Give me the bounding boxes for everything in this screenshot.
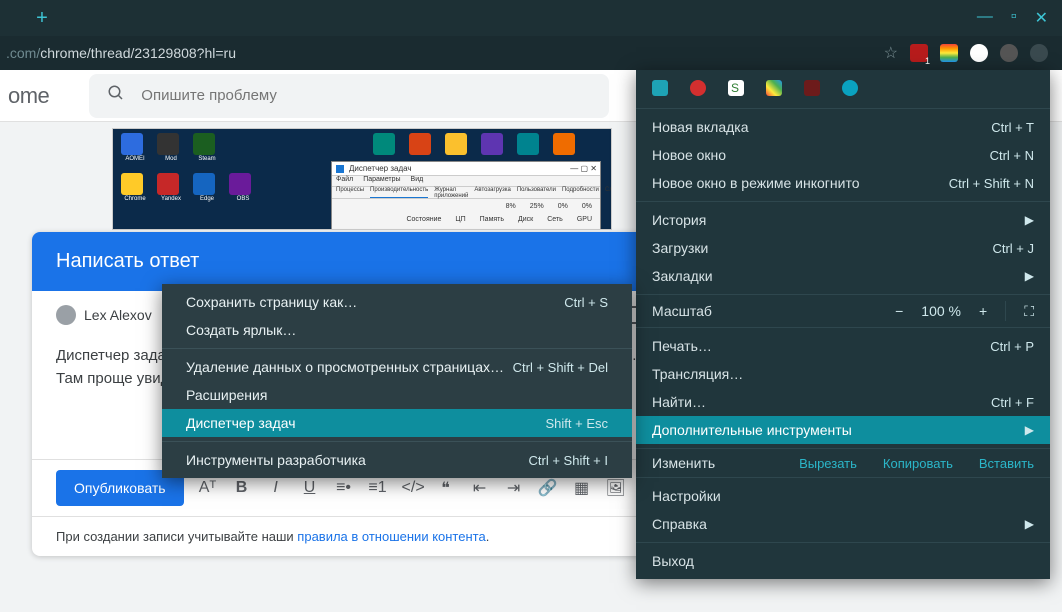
menu-devtools[interactable]: Инструменты разработчикаCtrl + Shift + I	[162, 446, 632, 474]
zoom-out-button[interactable]: −	[895, 303, 903, 319]
menu-print[interactable]: Печать…Ctrl + P	[636, 332, 1050, 360]
window-titlebar: + — ▫ ✕	[0, 0, 1062, 36]
menu-edit: Изменить Вырезать Копировать Вставить	[636, 449, 1050, 477]
menu-history[interactable]: История▶	[636, 206, 1050, 234]
menu-new-window[interactable]: Новое окноCtrl + N	[636, 141, 1050, 169]
menu-copy[interactable]: Копировать	[883, 456, 953, 471]
extension-icon[interactable]	[842, 80, 858, 96]
video-icon[interactable]: ▦	[572, 478, 592, 498]
window-minimize-icon[interactable]: —	[977, 8, 993, 28]
extension-icon[interactable]	[940, 44, 958, 62]
underline-icon[interactable]: U	[300, 479, 320, 497]
menu-exit[interactable]: Выход	[636, 547, 1050, 575]
extension-icon[interactable]	[690, 80, 706, 96]
menu-bookmarks[interactable]: Закладки▶	[636, 262, 1050, 290]
extension-icon[interactable]: S	[728, 80, 744, 96]
search-icon	[107, 84, 125, 107]
window-maximize-icon[interactable]: ▫	[1011, 8, 1017, 28]
avatar	[56, 305, 76, 325]
quote-icon[interactable]: ❝	[436, 478, 456, 498]
menu-zoom: Масштаб − 100 % + ⛶	[636, 295, 1050, 327]
menu-paste[interactable]: Вставить	[979, 456, 1034, 471]
text-format-icon[interactable]: Aᵀ	[198, 479, 218, 497]
brand-text: ome	[8, 83, 49, 109]
new-tab-button[interactable]: +	[28, 4, 56, 32]
extension-ublock-icon[interactable]: 1	[910, 44, 928, 62]
menu-more-tools[interactable]: Дополнительные инструменты▶	[636, 416, 1050, 444]
menu-save-page[interactable]: Сохранить страницу как…Ctrl + S	[162, 288, 632, 316]
italic-icon[interactable]: I	[266, 479, 286, 497]
search-input[interactable]	[141, 87, 591, 104]
content-policy-link[interactable]: правила в отношении контента	[297, 529, 485, 544]
extension-icon[interactable]	[970, 44, 988, 62]
bullets-icon[interactable]: ≡•	[334, 479, 354, 497]
search-box[interactable]	[89, 74, 609, 118]
address-bar[interactable]: .com/chrome/thread/23129808?hl=ru ☆ 1	[0, 36, 1062, 70]
gear-icon[interactable]	[652, 80, 668, 96]
avatar[interactable]	[1000, 44, 1018, 62]
attached-screenshot: AOMEI Mod Steam Chrome Yandex Edge OBS Д…	[112, 128, 612, 230]
menu-extensions[interactable]: Расширения	[162, 381, 632, 409]
menu-extension-row: S	[636, 70, 1050, 108]
chrome-menu-button[interactable]	[1030, 44, 1048, 62]
more-tools-submenu: Сохранить страницу как…Ctrl + S Создать …	[162, 284, 632, 478]
zoom-in-button[interactable]: +	[979, 303, 987, 319]
menu-downloads[interactable]: ЗагрузкиCtrl + J	[636, 234, 1050, 262]
menu-cast[interactable]: Трансляция…	[636, 360, 1050, 388]
menu-settings[interactable]: Настройки	[636, 482, 1050, 510]
window-close-icon[interactable]: ✕	[1035, 8, 1048, 28]
image-icon[interactable]: 🖼	[606, 478, 626, 498]
extension-icon[interactable]	[766, 80, 782, 96]
bold-icon[interactable]: B	[232, 479, 252, 497]
menu-task-manager[interactable]: Диспетчер задачShift + Esc	[162, 409, 632, 437]
menu-find[interactable]: Найти…Ctrl + F	[636, 388, 1050, 416]
taskmgr-window: Диспетчер задач— ▢ ✕ ФайлПараметрыВид Пр…	[331, 161, 601, 230]
menu-create-shortcut[interactable]: Создать ярлык…	[162, 316, 632, 344]
author-name: Lex Alexov	[84, 307, 152, 323]
svg-text:S: S	[731, 81, 739, 95]
zoom-value: 100 %	[921, 303, 961, 319]
extension-icon[interactable]	[804, 80, 820, 96]
bookmark-star-icon[interactable]: ☆	[884, 43, 898, 63]
code-icon[interactable]: </>	[402, 479, 422, 497]
menu-clear-browsing[interactable]: Удаление данных о просмотренных страница…	[162, 353, 632, 381]
link-icon[interactable]: 🔗	[538, 478, 558, 498]
menu-new-tab[interactable]: Новая вкладкаCtrl + T	[636, 113, 1050, 141]
indent-right-icon[interactable]: ⇥	[504, 478, 524, 498]
menu-cut[interactable]: Вырезать	[799, 456, 857, 471]
fullscreen-icon[interactable]: ⛶	[1024, 303, 1034, 320]
menu-incognito[interactable]: Новое окно в режиме инкогнитоCtrl + Shif…	[636, 169, 1050, 197]
indent-left-icon[interactable]: ⇤	[470, 478, 490, 498]
browser-main-menu: S Новая вкладкаCtrl + T Новое окноCtrl +…	[636, 70, 1050, 579]
numbered-icon[interactable]: ≡1	[368, 479, 388, 497]
menu-help[interactable]: Справка▶	[636, 510, 1050, 538]
